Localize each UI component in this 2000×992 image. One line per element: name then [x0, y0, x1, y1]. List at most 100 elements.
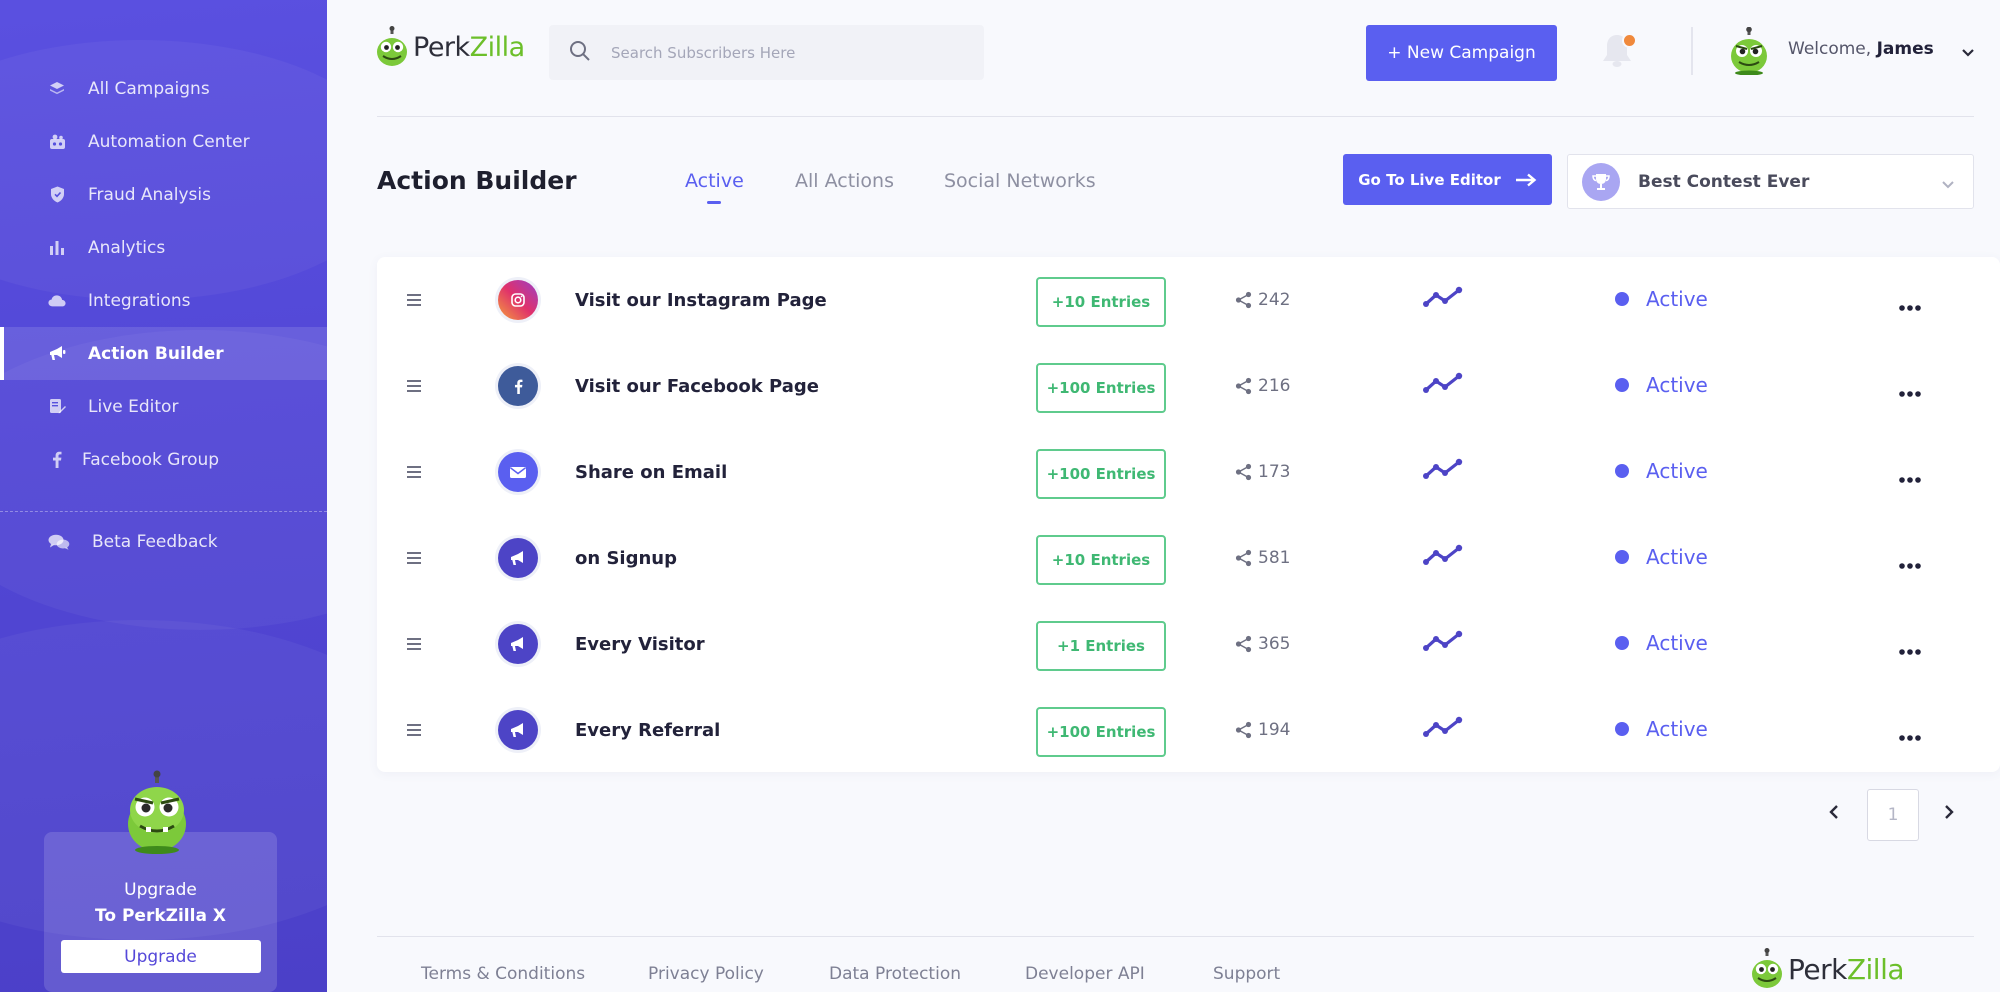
drag-handle-icon[interactable] — [407, 378, 421, 397]
pagination-prev-icon[interactable] — [1828, 804, 1840, 824]
more-options-icon[interactable] — [1899, 726, 1921, 745]
shares-count: 581 — [1235, 548, 1290, 568]
go-to-live-editor-button[interactable]: Go To Live Editor — [1343, 154, 1552, 205]
sidebar-item-live-editor[interactable]: Live Editor — [0, 380, 327, 433]
share-icon — [1235, 291, 1252, 309]
tab-active[interactable]: Active — [685, 170, 744, 204]
user-menu-chevron-icon[interactable] — [1961, 43, 1975, 62]
footer-logo-text: PerkZilla — [1788, 952, 1905, 986]
footer-link-support[interactable]: Support — [1213, 964, 1280, 984]
drag-handle-icon[interactable] — [407, 636, 421, 655]
sidebar-item-facebook-group[interactable]: Facebook Group — [0, 433, 327, 486]
perkzilla-logo[interactable]: PerkZilla — [375, 26, 525, 68]
sidebar-item-label: Analytics — [88, 237, 166, 258]
layers-icon — [48, 80, 66, 98]
sidebar-item-all-campaigns[interactable]: All Campaigns — [0, 62, 327, 115]
notifications-button[interactable] — [1600, 32, 1637, 74]
mascot-logo-icon — [377, 26, 407, 66]
table-row[interactable]: Visit our Instagram Page +10 Entries 242… — [377, 257, 2000, 343]
pagination-current-page[interactable]: 1 — [1867, 789, 1919, 841]
sidebar-item-label: Beta Feedback — [92, 531, 218, 552]
drag-handle-icon[interactable] — [407, 550, 421, 569]
shares-count: 194 — [1235, 720, 1290, 740]
sidebar-item-label: Fraud Analysis — [88, 184, 211, 205]
sidebar-item-integrations[interactable]: Integrations — [0, 274, 327, 327]
share-icon — [1235, 549, 1252, 567]
entries-badge[interactable]: +100 Entries — [1036, 363, 1166, 413]
drag-handle-icon[interactable] — [407, 292, 421, 311]
live-editor-label: Go To Live Editor — [1358, 170, 1501, 189]
beta-feedback-section: Beta Feedback — [0, 515, 327, 568]
user-avatar[interactable] — [1728, 26, 1770, 79]
sidebar-item-label: Integrations — [88, 290, 191, 311]
chevron-down-icon — [1941, 175, 1955, 194]
trend-icon[interactable] — [1423, 371, 1463, 399]
more-options-icon[interactable] — [1899, 640, 1921, 659]
mascot-illustration — [124, 770, 190, 858]
welcome-text: Welcome, James — [1788, 39, 1934, 59]
sidebar-divider — [0, 511, 327, 512]
mascot-logo-icon — [1752, 948, 1782, 988]
user-name: James — [1876, 39, 1934, 59]
upgrade-title: Upgrade — [124, 880, 197, 900]
pagination-next-icon[interactable] — [1943, 804, 1955, 824]
entries-badge[interactable]: +100 Entries — [1036, 707, 1166, 757]
entries-badge[interactable]: +1 Entries — [1036, 621, 1166, 671]
notification-badge — [1622, 33, 1637, 48]
shares-count: 216 — [1235, 376, 1290, 396]
table-row[interactable]: Every Referral +100 Entries 194 Active — [377, 687, 2000, 773]
more-options-icon[interactable] — [1899, 296, 1921, 315]
search-input[interactable] — [611, 43, 951, 62]
sidebar-item-analytics[interactable]: Analytics — [0, 221, 327, 274]
footer-link-privacy[interactable]: Privacy Policy — [648, 964, 764, 984]
share-icon — [1235, 635, 1252, 653]
actions-table: Visit our Instagram Page +10 Entries 242… — [377, 257, 2000, 772]
footer-link-terms[interactable]: Terms & Conditions — [421, 964, 585, 984]
sidebar-item-action-builder[interactable]: Action Builder — [0, 327, 327, 380]
sidebar-item-label: Live Editor — [88, 396, 179, 417]
cloud-icon — [48, 292, 66, 310]
shield-icon — [48, 186, 66, 204]
new-campaign-button[interactable]: + New Campaign — [1366, 25, 1557, 81]
search-icon — [569, 40, 591, 66]
entries-badge[interactable]: +10 Entries — [1036, 535, 1166, 585]
more-options-icon[interactable] — [1899, 468, 1921, 487]
megaphone-icon — [48, 345, 66, 363]
instagram-icon — [498, 280, 538, 320]
shares-count: 242 — [1235, 290, 1290, 310]
table-row[interactable]: on Signup +10 Entries 581 Active — [377, 515, 2000, 601]
status-badge: Active — [1615, 631, 1708, 655]
footer-link-developer-api[interactable]: Developer API — [1025, 964, 1145, 984]
table-row[interactable]: Every Visitor +1 Entries 365 Active — [377, 601, 2000, 687]
trend-icon[interactable] — [1423, 285, 1463, 313]
more-options-icon[interactable] — [1899, 554, 1921, 573]
upgrade-button[interactable]: Upgrade — [60, 940, 261, 973]
bar-chart-icon — [48, 239, 66, 257]
drag-handle-icon[interactable] — [407, 464, 421, 483]
trend-icon[interactable] — [1423, 457, 1463, 485]
tab-social-networks[interactable]: Social Networks — [944, 170, 1096, 192]
trend-icon[interactable] — [1423, 715, 1463, 743]
sidebar-item-automation-center[interactable]: Automation Center — [0, 115, 327, 168]
tab-all-actions[interactable]: All Actions — [795, 170, 894, 192]
share-icon — [1235, 463, 1252, 481]
footer-link-data-protection[interactable]: Data Protection — [829, 964, 961, 984]
footer-separator — [377, 936, 1974, 937]
action-name: Every Referral — [575, 720, 721, 741]
contest-select[interactable]: Best Contest Ever — [1567, 154, 1974, 209]
table-row[interactable]: Visit our Facebook Page +100 Entries 216… — [377, 343, 2000, 429]
action-name: Visit our Instagram Page — [575, 290, 827, 311]
entries-badge[interactable]: +10 Entries — [1036, 277, 1166, 327]
trend-icon[interactable] — [1423, 543, 1463, 571]
table-row[interactable]: Share on Email +100 Entries 173 Active — [377, 429, 2000, 515]
entries-badge[interactable]: +100 Entries — [1036, 449, 1166, 499]
arrow-right-icon — [1515, 173, 1537, 186]
sidebar-item-beta-feedback[interactable]: Beta Feedback — [0, 515, 327, 568]
header-divider — [1691, 27, 1693, 75]
sidebar-item-label: Action Builder — [88, 343, 224, 364]
trend-icon[interactable] — [1423, 629, 1463, 657]
sidebar-item-fraud-analysis[interactable]: Fraud Analysis — [0, 168, 327, 221]
drag-handle-icon[interactable] — [407, 722, 421, 741]
status-badge: Active — [1615, 373, 1708, 397]
more-options-icon[interactable] — [1899, 382, 1921, 401]
